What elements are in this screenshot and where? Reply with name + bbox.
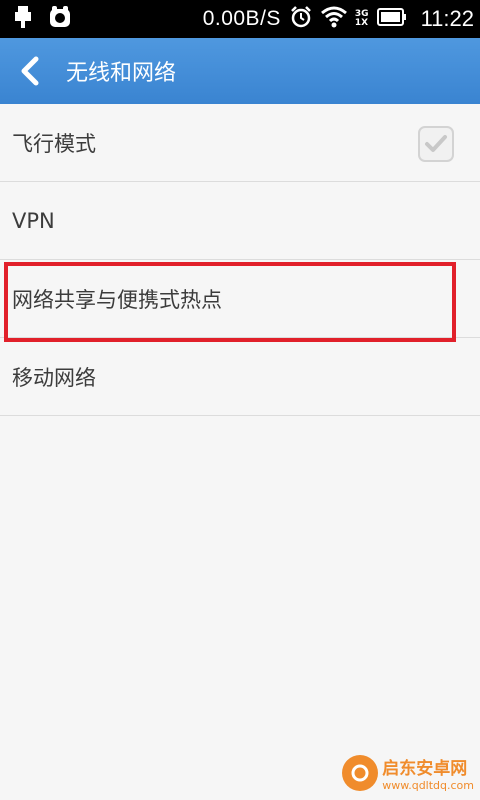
app-notification-icon [48,5,72,33]
network-speed: 0.00B/S [202,7,281,30]
network-signal-icon: 3G 1X [355,10,369,28]
clock: 11:22 [420,6,474,31]
watermark-url: www.qdltdq.com [382,779,474,792]
network-type-bottom: 1X [354,18,369,28]
header-bar: 无线和网络 [0,38,480,104]
usb-icon [12,5,34,33]
watermark-logo-icon [342,755,379,791]
settings-item-label: 移动网络 [12,365,96,390]
alarm-icon [289,5,313,33]
battery-icon [376,8,407,30]
settings-item-mobile-network[interactable]: 移动网络 [0,338,480,416]
chevron-left-icon [21,56,39,86]
settings-item-label: 飞行模式 [12,131,96,156]
checkmark-icon [425,135,447,152]
settings-item-tethering-hotspot[interactable]: 网络共享与便携式热点 [0,260,480,338]
settings-list: 飞行模式 VPN 网络共享与便携式热点 移动网络 [0,104,480,416]
watermark-text: 启东安卓网 [382,759,468,779]
back-button[interactable] [0,38,60,104]
settings-item-airplane-mode[interactable]: 飞行模式 [0,104,480,182]
page-title: 无线和网络 [66,61,177,86]
settings-item-label: 网络共享与便携式热点 [12,287,222,312]
airplane-mode-checkbox[interactable] [418,126,454,162]
settings-item-vpn[interactable]: VPN [0,182,480,260]
watermark: 启东安卓网 www.qdltdq.com [342,754,474,792]
settings-item-label: VPN [12,208,55,233]
wifi-icon [320,6,347,32]
status-bar: 0.00B/S 3G 1X 11:22 [0,0,480,38]
